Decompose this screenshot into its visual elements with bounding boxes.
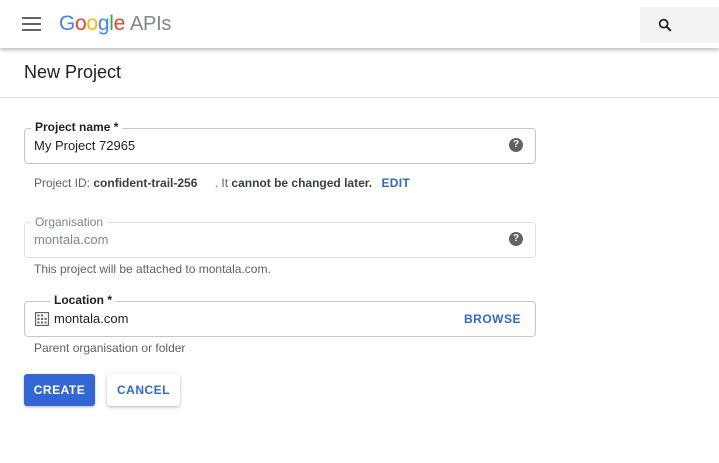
location-hint: Parent organisation or folder — [34, 341, 186, 355]
organisation-value: montala.com — [34, 232, 109, 247]
search-icon — [658, 18, 672, 32]
google-wordmark: Google — [59, 12, 125, 35]
organisation-field: Organisation montala.com ? — [24, 215, 536, 258]
logo-letter: o — [86, 12, 98, 35]
help-circle-icon[interactable]: ? — [509, 232, 523, 246]
google-apis-logo[interactable]: Google APIs — [59, 10, 171, 38]
building-icon — [35, 312, 49, 326]
top-app-bar: Google APIs — [0, 0, 719, 48]
cancel-button[interactable]: CANCEL — [107, 374, 180, 406]
location-label: Location * — [50, 293, 117, 307]
logo-letter: G — [59, 12, 76, 35]
project-name-field[interactable]: Project name * My Project 72965 ? — [24, 120, 536, 164]
organisation-hint: This project will be attached to montala… — [34, 262, 271, 276]
project-id-prefix: Project ID: — [34, 176, 91, 190]
project-name-label: Project name * — [31, 120, 123, 134]
project-id-hint: Project ID: confident-trail-256 . It can… — [34, 176, 410, 190]
edit-project-id-button[interactable]: EDIT — [381, 176, 410, 190]
page-title: New Project — [24, 62, 122, 82]
location-value: montala.com — [54, 311, 129, 326]
apis-label: APIs — [129, 13, 172, 35]
search-button[interactable] — [640, 7, 719, 43]
help-circle-icon[interactable]: ? — [509, 138, 523, 152]
organisation-label: Organisation — [31, 215, 108, 229]
project-id-suffix-b: cannot be changed later. — [231, 176, 373, 190]
hamburger-menu-icon[interactable] — [22, 15, 42, 33]
project-id-value: confident-trail-256 — [93, 176, 198, 190]
logo-letter: g — [97, 12, 110, 35]
logo-letter: o — [75, 12, 87, 35]
logo-letter: e — [113, 12, 126, 35]
browse-button[interactable]: BROWSE — [464, 312, 521, 326]
project-name-input[interactable]: My Project 72965 — [34, 138, 135, 154]
project-id-suffix-a: . It — [214, 176, 229, 190]
location-field[interactable]: Location * montala.com BROWSE — [24, 293, 536, 337]
page-header: New Project — [0, 48, 719, 98]
create-button[interactable]: CREATE — [24, 374, 95, 406]
